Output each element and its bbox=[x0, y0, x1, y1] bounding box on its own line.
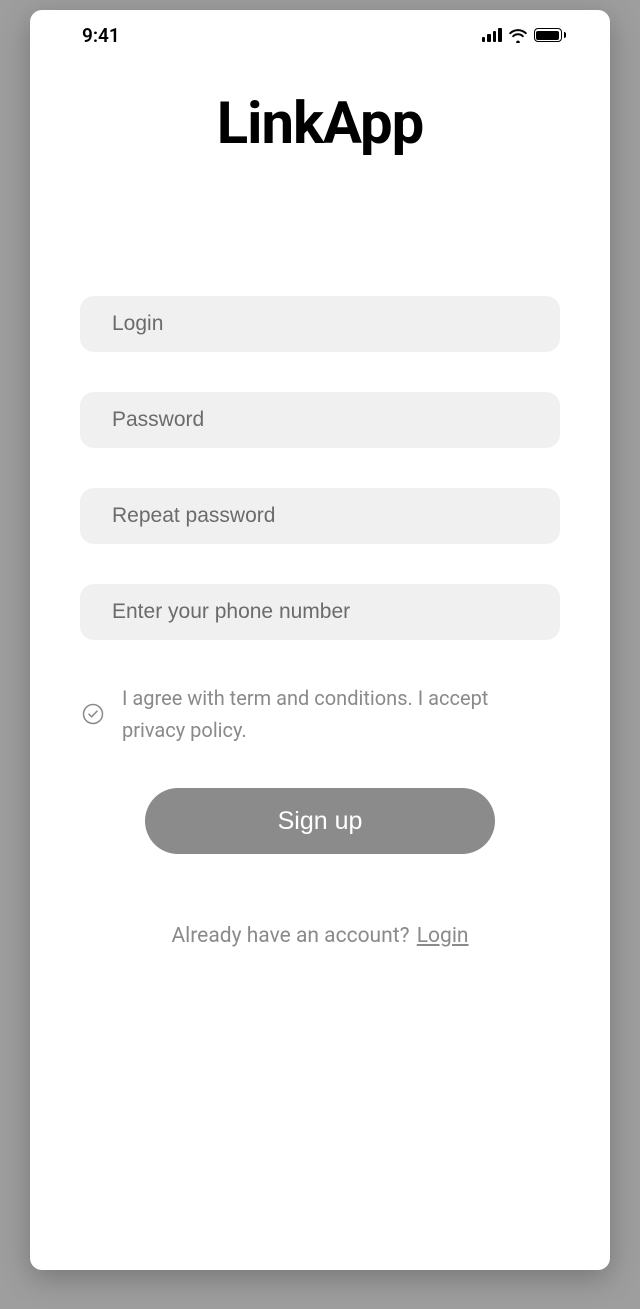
terms-text: I agree with term and conditions. I acce… bbox=[122, 682, 558, 746]
terms-row: I agree with term and conditions. I acce… bbox=[80, 682, 560, 746]
login-line: Already have an account? Login bbox=[80, 924, 560, 948]
signup-button[interactable]: Sign up bbox=[145, 788, 495, 854]
wifi-icon bbox=[508, 28, 528, 43]
status-icons bbox=[482, 28, 567, 43]
phone-frame: 9:41 LinkApp bbox=[30, 10, 610, 1270]
login-input[interactable] bbox=[80, 296, 560, 352]
status-bar: 9:41 bbox=[70, 10, 570, 60]
status-time: 9:41 bbox=[82, 24, 120, 47]
app-title: LinkApp bbox=[80, 90, 560, 158]
password-input[interactable] bbox=[80, 392, 560, 448]
phone-input[interactable] bbox=[80, 584, 560, 640]
check-circle-icon[interactable] bbox=[82, 703, 104, 725]
battery-icon bbox=[534, 28, 567, 42]
repeat-password-input[interactable] bbox=[80, 488, 560, 544]
signup-form: I agree with term and conditions. I acce… bbox=[80, 296, 560, 948]
login-question: Already have an account? bbox=[171, 924, 409, 948]
login-link[interactable]: Login bbox=[417, 924, 469, 948]
cellular-signal-icon bbox=[482, 28, 502, 42]
